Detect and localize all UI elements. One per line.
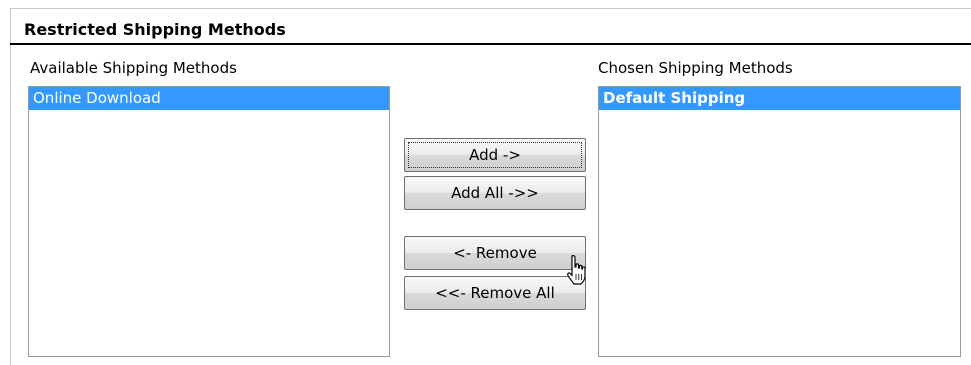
chosen-methods-label: Chosen Shipping Methods	[598, 59, 793, 77]
section-title: Restricted Shipping Methods	[24, 20, 286, 39]
add-button[interactable]: Add ->	[404, 138, 586, 172]
hand-pointer-icon	[567, 255, 586, 285]
remove-button[interactable]: <- Remove	[404, 236, 586, 270]
available-methods-list[interactable]: Online Download	[28, 86, 390, 357]
remove-all-button[interactable]: <<- Remove All	[404, 276, 586, 310]
chosen-methods-list[interactable]: Default Shipping	[598, 86, 961, 357]
available-option-online-download[interactable]: Online Download	[29, 87, 389, 110]
available-methods-label: Available Shipping Methods	[30, 59, 237, 77]
chosen-option-default-shipping[interactable]: Default Shipping	[599, 87, 960, 110]
add-all-button[interactable]: Add All ->>	[404, 176, 586, 210]
